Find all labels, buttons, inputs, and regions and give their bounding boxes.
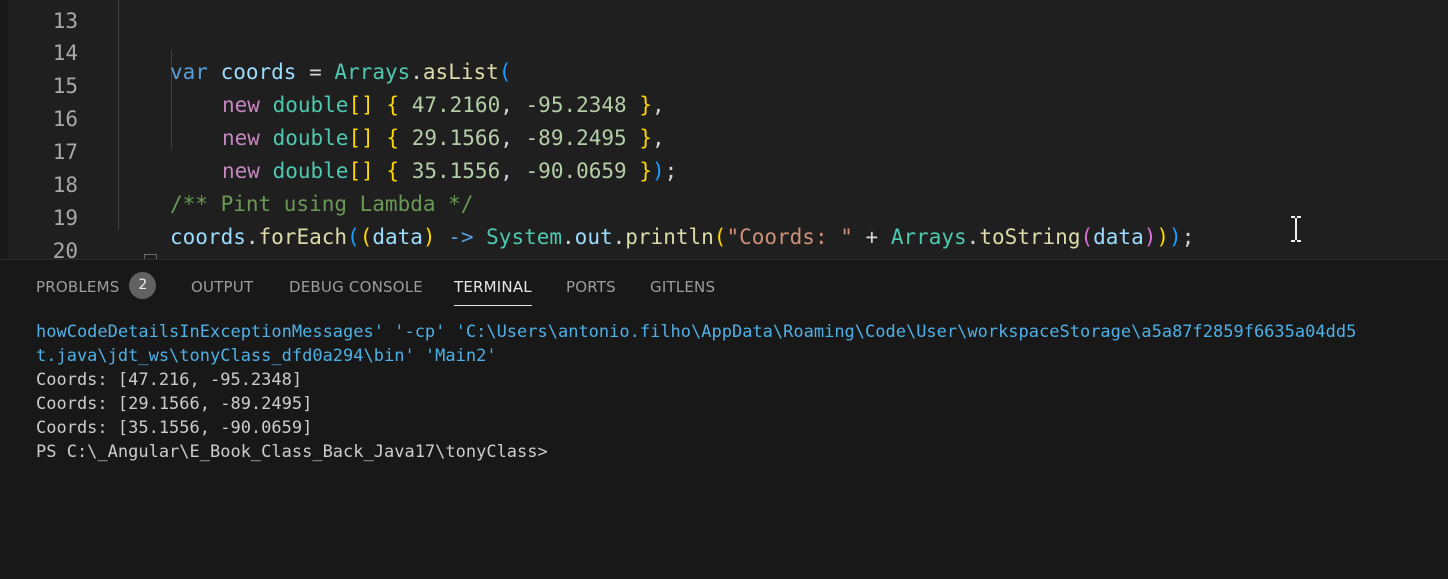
- code-line: 15 new double[] { 47.2160, -95.2348 },: [0, 51, 1448, 117]
- code-line: 16 new double[] { 29.1566, -89.2495 },: [0, 84, 1448, 150]
- terminal-line: Coords: [35.1556, -90.0659]: [36, 418, 313, 438]
- tab-debug-console[interactable]: DEBUG CONSOLE: [289, 276, 423, 306]
- terminal-line: howCodeDetailsInExceptionMessages' '-cp'…: [36, 322, 1357, 342]
- tab-output[interactable]: OUTPUT: [191, 276, 253, 306]
- code-line: 13: [0, 0, 1448, 33]
- tab-problems-label: PROBLEMS: [36, 278, 120, 296]
- tab-terminal[interactable]: TERMINAL: [454, 276, 532, 306]
- code-line: 18 /** Pint using Lambda */: [0, 150, 1448, 216]
- code-line: 20 }: [0, 216, 1448, 259]
- problems-count-badge: 2: [129, 272, 157, 299]
- tab-gitlens[interactable]: GITLENS: [650, 276, 715, 306]
- terminal-line: Coords: [29.1566, -89.2495]: [36, 394, 313, 414]
- panel-tab-bar: PROBLEMS 2 OUTPUT DEBUG CONSOLE TERMINAL …: [0, 260, 1448, 312]
- code-line: 14 var coords = Arrays.asList(: [0, 18, 1448, 84]
- terminal-line: t.java\jdt_ws\tonyClass_dfd0a294\bin' 'M…: [36, 346, 497, 366]
- bottom-panel: PROBLEMS 2 OUTPUT DEBUG CONSOLE TERMINAL …: [0, 259, 1448, 579]
- code-line: 17 new double[] { 35.1556, -90.0659 });: [0, 117, 1448, 183]
- tab-ports[interactable]: PORTS: [566, 276, 616, 306]
- code-line: 19 coords.forEach((data) -> System.out.p…: [0, 183, 1448, 249]
- terminal-prompt[interactable]: PS C:\_Angular\E_Book_Class_Back_Java17\…: [36, 440, 1448, 464]
- terminal-line: Coords: [47.216, -95.2348]: [36, 370, 303, 390]
- terminal-output[interactable]: howCodeDetailsInExceptionMessages' '-cp'…: [36, 320, 1448, 464]
- code-line: 21: [0, 249, 1448, 259]
- text-cursor-icon: [1291, 216, 1301, 242]
- tab-problems[interactable]: PROBLEMS 2: [36, 272, 157, 304]
- code-editor[interactable]: 13 14 var coords = Arrays.asList( 15 new…: [0, 0, 1448, 259]
